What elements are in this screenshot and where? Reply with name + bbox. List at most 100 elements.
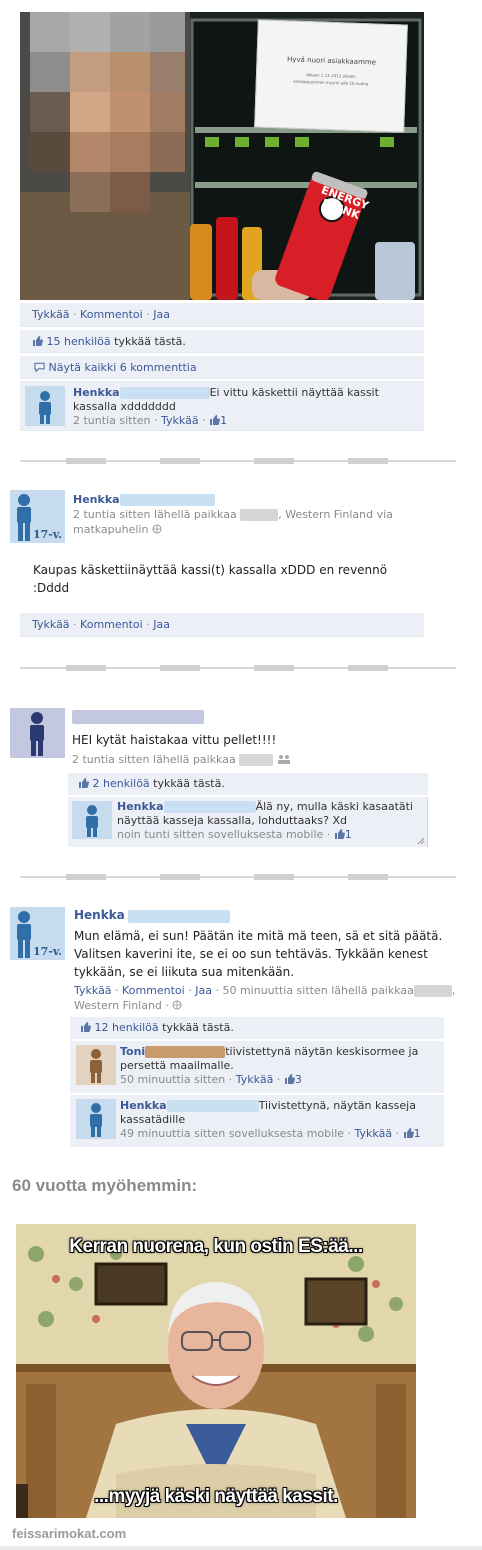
- share-link[interactable]: Jaa: [153, 618, 170, 631]
- like-link[interactable]: Tykkää: [74, 984, 112, 997]
- redacted-surname: [128, 909, 231, 923]
- commenter-name[interactable]: Henkka: [120, 1099, 167, 1112]
- post-text-line-1: Kaupas käskettiinäyttää kassi(t) kassall…: [33, 563, 388, 577]
- comment-text-2: kassalla xddddddd: [73, 400, 176, 413]
- comment-like-link[interactable]: Tykkää: [236, 1073, 274, 1086]
- sign-title: Hyvä nuori asiakkaamme: [286, 55, 377, 67]
- likes-count-link[interactable]: 2 henkilöä: [93, 777, 150, 790]
- avatar[interactable]: [76, 1045, 116, 1085]
- thumbs-up-icon: [33, 336, 43, 346]
- like-link[interactable]: Tykkää: [32, 308, 70, 321]
- notice-sign: Hyvä nuori asiakkaamme Alkaen 1.11.2012 …: [254, 19, 408, 133]
- comment-time: 2 tuntia sitten: [73, 414, 151, 427]
- globe-icon: [152, 524, 162, 534]
- age-badge: 17-v.: [33, 528, 62, 541]
- old-man-photo: [16, 1224, 416, 1518]
- watermark: feissarimokat.com: [12, 1526, 127, 1541]
- comment-time: 50 minuuttia sitten: [120, 1073, 226, 1086]
- comment-like-count[interactable]: 1: [345, 828, 352, 841]
- separator: [20, 458, 456, 464]
- redacted-surname: [119, 494, 215, 506]
- comment-like-link[interactable]: Tykkää: [161, 414, 199, 427]
- post1-action-bar: Tykkää · Kommentoi · Jaa: [20, 303, 424, 327]
- comment-bubble-icon: [34, 362, 45, 372]
- author-name[interactable]: Henkka: [73, 493, 120, 506]
- comment-link[interactable]: Kommentoi: [80, 308, 143, 321]
- redacted-surname: [166, 1100, 259, 1112]
- comment-link[interactable]: Kommentoi: [80, 618, 143, 631]
- post2-action-bar: Tykkää · Kommentoi · Jaa: [20, 613, 424, 637]
- post-text-line-2: :Dddd: [33, 581, 70, 595]
- author-name[interactable]: Henkka: [74, 908, 125, 922]
- avatar[interactable]: [76, 1099, 116, 1139]
- avatar[interactable]: [25, 386, 65, 426]
- post-text-line-3: tykkään, se ei liikuta sua mitenkään.: [74, 965, 295, 979]
- post-photo[interactable]: Hyvä nuori asiakkaamme Alkaen 1.11.2012 …: [20, 12, 424, 300]
- comment-like-link[interactable]: Tykkää: [355, 1127, 393, 1140]
- likes-count-link[interactable]: 15 henkilöä: [47, 335, 111, 348]
- comment-time: noin tunti sitten sovelluksesta mobile: [117, 828, 324, 841]
- thumbs-up-icon: [79, 778, 89, 788]
- separator: [20, 874, 456, 880]
- post-meta: 2 tuntia sitten lähellä paikkaa: [73, 508, 237, 521]
- redacted-surname: [119, 387, 210, 399]
- redacted-place: [413, 985, 452, 997]
- post1-likes-row: 15 henkilöä tykkää tästä.: [20, 330, 424, 353]
- share-link[interactable]: Jaa: [153, 308, 170, 321]
- redacted-surname: [163, 801, 256, 813]
- post4-comment-2: Henkka Tiivistettynä, näytän kasseja kass…: [70, 1095, 444, 1147]
- likes-rest-text: tykkää tästä.: [110, 335, 186, 348]
- thumbs-up-icon: [81, 1022, 91, 1032]
- post4-likes-row: 12 henkilöä tykkää tästä.: [70, 1017, 444, 1039]
- comment-text-2: persettä maailmalle.: [120, 1059, 234, 1072]
- likes-rest-text: tykkää tästä.: [149, 777, 225, 790]
- post-meta: 50 minuuttia sitten lähellä paikkaa: [222, 984, 414, 997]
- meme-bottom-text: ...myyjä käski näyttää kassit.: [94, 1486, 338, 1507]
- footer-bar: [0, 1546, 482, 1550]
- post-text: HEI kytät haistakaa vittu pellet!!!!: [72, 733, 277, 747]
- share-link[interactable]: Jaa: [195, 984, 212, 997]
- avatar[interactable]: [72, 801, 112, 839]
- default-person-icon: [90, 1049, 102, 1083]
- view-all-comments-link[interactable]: Näytä kaikki 6 kommenttia: [49, 361, 197, 374]
- comment-text-1: Älä ny, mulla käski kasaatäti: [255, 800, 414, 813]
- resize-handle-icon[interactable]: [417, 837, 425, 845]
- avatar[interactable]: [10, 708, 65, 758]
- commenter-name[interactable]: Henkka: [73, 386, 120, 399]
- meme-top-text: Kerran nuorena, kun ostin ES:ää...: [69, 1236, 363, 1257]
- redacted-author-name: [72, 710, 204, 724]
- default-person-icon: [30, 712, 44, 756]
- redacted-place: [239, 754, 274, 766]
- commenter-name[interactable]: Henkka: [117, 800, 164, 813]
- commenter-name[interactable]: Toni: [120, 1045, 145, 1058]
- avatar[interactable]: 17-v.: [10, 907, 65, 960]
- comment-text-1: tiivistettynä näytän keskisormee ja: [225, 1045, 419, 1058]
- post-meta: 2 tuntia sitten lähellä paikkaa: [72, 753, 236, 766]
- redacted-surname: [145, 1046, 226, 1058]
- post4-comment-1: Toni tiivistettynä näytän keskisormee ja …: [70, 1041, 444, 1093]
- post-meta-device: matkapuhelin: [73, 523, 149, 536]
- post1-comment: Henkka Ei vittu käskettii näyttää kassit …: [20, 381, 424, 431]
- post-meta-region: , Western Finland via: [278, 508, 393, 521]
- comment-text-1: Tiivistettynä, näytän kasseja: [258, 1099, 416, 1112]
- thumbs-up-icon: [210, 415, 220, 425]
- comment-like-count[interactable]: 1: [414, 1127, 421, 1140]
- meme-image: Kerran nuorena, kun ostin ES:ää... ...my…: [16, 1224, 416, 1518]
- avatar[interactable]: 17-v.: [10, 490, 65, 543]
- comment-time: 49 minuuttia sitten sovelluksesta mobile: [120, 1127, 345, 1140]
- comment-link[interactable]: Kommentoi: [122, 984, 185, 997]
- post3-comment: Henkka Älä ny, mulla käski kasaatäti näyt…: [68, 797, 428, 847]
- likes-count-link[interactable]: 12 henkilöä: [95, 1021, 159, 1034]
- age-badge: 17-v.: [33, 945, 62, 958]
- redacted-place: [240, 509, 279, 521]
- post3-likes-row: 2 henkilöä tykkää tästä.: [68, 773, 428, 795]
- later-heading: 60 vuotta myöhemmin:: [12, 1176, 198, 1195]
- comment-like-count[interactable]: 1: [220, 414, 227, 427]
- separator: [20, 665, 456, 671]
- comment-text-1: Ei vittu käskettii näyttää kassit: [209, 386, 379, 399]
- default-person-icon: [86, 805, 98, 837]
- friends-icon: [277, 755, 290, 764]
- default-person-icon: [39, 391, 51, 424]
- like-link[interactable]: Tykkää: [32, 618, 70, 631]
- comment-like-count[interactable]: 3: [295, 1073, 302, 1086]
